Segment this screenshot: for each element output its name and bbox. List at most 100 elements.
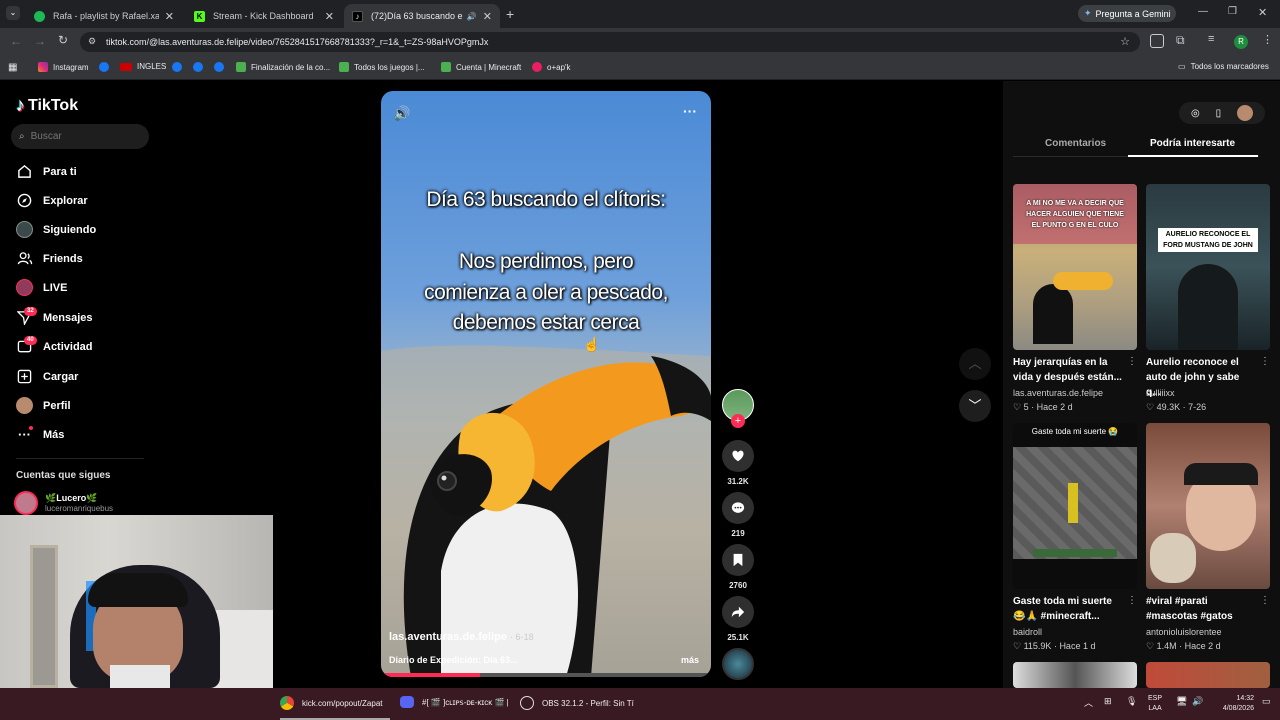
follow-plus-icon[interactable]: +	[731, 414, 745, 428]
suggestion-user[interactable]: antonioluislorentee	[1146, 627, 1222, 637]
bookmark-star-icon[interactable]: ☆	[1120, 35, 1130, 48]
progress-track[interactable]	[381, 673, 711, 677]
bookmark-instagram[interactable]: Instagram	[38, 62, 89, 72]
taskbar-discord[interactable]: #[ 🎬 ]ᴄʟɪᴘꜱ-ᴅᴇ-ᴋɪᴄᴋ 🎬 |	[400, 696, 509, 708]
next-video-button[interactable]: ﹀	[959, 390, 991, 422]
bookmark-ingles[interactable]: INGLES	[120, 62, 166, 71]
more-link[interactable]: más	[681, 655, 699, 665]
save-button[interactable]: 2760	[722, 544, 754, 590]
nav-friends[interactable]: Friends	[16, 250, 83, 267]
apps-icon[interactable]: ▦	[8, 62, 17, 73]
bookmark-facebook[interactable]	[99, 62, 114, 72]
video-player[interactable]: 🔊 ··· Día 63 buscando el clítoris: Nos p…	[381, 91, 711, 677]
network-icon[interactable]: 🖥	[1176, 696, 1187, 707]
close-icon[interactable]: ✕	[325, 10, 334, 23]
close-icon[interactable]: ✕	[483, 10, 492, 23]
tab-tiktok[interactable]: ♪ (72)Día 63 buscando el clít 🔊 ✕	[344, 4, 500, 28]
bookmark-juegos[interactable]: Todos los juegos |...	[339, 62, 425, 72]
sound-disc[interactable]	[722, 648, 754, 680]
suggestion-title[interactable]: #viral #parati #mascotas #gatos	[1146, 594, 1256, 624]
more-options-icon[interactable]: ⋮	[1260, 356, 1270, 367]
more-options-icon[interactable]: ⋮	[1260, 595, 1270, 606]
tab-spotify[interactable]: Rafa - playlist by Rafael.xared | ✕	[26, 4, 182, 28]
profile-avatar[interactable]: R	[1234, 35, 1248, 49]
nav-mas[interactable]: ··· Más	[16, 426, 64, 443]
more-options-icon[interactable]: ⋮	[1127, 356, 1137, 367]
suggestion-thumbnail[interactable]	[1013, 662, 1137, 688]
suggestion-thumbnail[interactable]	[1146, 662, 1270, 688]
puzzle-icon[interactable]: ⧉	[1176, 33, 1185, 48]
maximize-button[interactable]: ❐	[1228, 6, 1237, 17]
close-icon[interactable]: ✕	[165, 10, 174, 23]
more-options-icon[interactable]: ⋮	[1127, 595, 1137, 606]
suggestion-title[interactable]: Hay jerarquías en la vida y después están…	[1013, 355, 1123, 385]
video-author[interactable]: las.aventuras.de.felipe · 6-18	[389, 631, 534, 643]
bookmark-minecraft[interactable]: Cuenta | Minecraft	[441, 62, 521, 72]
tab-podria-interesarte[interactable]: Podría interesarte	[1150, 138, 1235, 149]
compass-icon[interactable]: ◎	[1191, 108, 1200, 119]
search-input[interactable]	[30, 131, 131, 142]
suggestion-thumbnail[interactable]: Gaste toda mi suerte 😭	[1013, 423, 1137, 589]
tiktok-logo[interactable]: ♪ TikTok	[16, 95, 78, 116]
notification-icon[interactable]: ▭	[1262, 696, 1271, 707]
volume-icon[interactable]: 🔊	[393, 105, 410, 122]
previous-video-button[interactable]: ︿	[959, 348, 991, 380]
tab-search-icon[interactable]: ⌄	[6, 6, 20, 20]
bookmark-finalizacion[interactable]: Finalización de la co...	[236, 62, 330, 72]
back-icon[interactable]: ←	[10, 34, 22, 48]
nav-perfil[interactable]: Perfil	[16, 397, 71, 414]
nav-mensajes[interactable]: 32 Mensajes	[16, 307, 93, 326]
bookmark-facebook[interactable]	[193, 62, 208, 72]
forward-icon[interactable]: →	[34, 34, 46, 48]
tray-app-icon[interactable]: ⊞	[1104, 696, 1112, 707]
author-name[interactable]: las.aventuras.de.felipe	[389, 631, 507, 643]
nav-explorar[interactable]: Explorar	[16, 192, 88, 209]
comment-button[interactable]: 219	[722, 492, 754, 538]
suggestion-thumbnail[interactable]: A MI NO ME VA A DECIR QUE HACER ALGUIEN …	[1013, 184, 1137, 350]
following-account[interactable]: 🌿Lucero🌿 luceromanriquebus	[14, 491, 113, 515]
suggestion-title[interactable]: Gaste toda mi suerte 😂🙏 #minecraft...	[1013, 594, 1123, 624]
nav-live[interactable]: LIVE	[16, 279, 67, 296]
taskbar-obs[interactable]: OBS 32.1.2 - Perfil: Sin Tí	[520, 696, 634, 710]
bookmark-facebook[interactable]	[214, 62, 229, 72]
nav-cargar[interactable]: Cargar	[16, 368, 78, 385]
avatar[interactable]	[1237, 105, 1254, 121]
media-icon[interactable]: ≡	[1208, 33, 1214, 45]
menu-icon[interactable]: ⋮	[1262, 33, 1273, 46]
tab-comentarios[interactable]: Comentarios	[1045, 138, 1106, 149]
microphone-icon[interactable]: 🎙	[1126, 696, 1137, 707]
suggestion-user[interactable]: sulliiixx	[1146, 388, 1175, 398]
new-tab-button[interactable]: +	[506, 6, 514, 22]
nav-actividad[interactable]: 40 Actividad	[16, 336, 93, 355]
reload-icon[interactable]: ↻	[58, 33, 68, 47]
site-info-icon[interactable]: ⚙	[88, 36, 96, 47]
nav-para-ti[interactable]: Para ti	[16, 163, 77, 180]
nav-siguiendo[interactable]: Siguiendo	[16, 221, 96, 238]
clock[interactable]: 14:32 4/08/2026	[1214, 694, 1254, 714]
bookmark-facebook[interactable]	[172, 62, 187, 72]
address-bar[interactable]: ⚙ tiktok.com/@las.aventuras.de.felipe/vi…	[80, 32, 1140, 52]
window-close-button[interactable]: ✕	[1258, 6, 1267, 19]
suggestion-thumbnail[interactable]: AURELIO RECONOCE EL FORD MUSTANG DE JOHN	[1146, 184, 1270, 350]
gemini-button[interactable]: ✦ Pregunta a Gemini	[1078, 5, 1176, 22]
minimize-button[interactable]: —	[1198, 6, 1208, 17]
suggestion-user[interactable]: las.aventuras.de.felipe	[1013, 388, 1103, 398]
search-box[interactable]: ⌕	[11, 124, 149, 149]
tray-overflow-icon[interactable]: ︿	[1084, 696, 1093, 709]
suggestion-user[interactable]: baidroll	[1013, 627, 1042, 637]
volume-icon[interactable]: 🔊	[1192, 696, 1203, 707]
all-bookmarks[interactable]: ▭ Todos los marcadores	[1178, 62, 1269, 71]
language-indicator[interactable]: ESP LAA	[1148, 694, 1162, 714]
taskbar-chrome[interactable]: kick.com/popout/Zapat	[280, 696, 382, 710]
phone-icon[interactable]: ▯	[1216, 108, 1222, 119]
progress-fill	[381, 673, 480, 677]
audio-icon[interactable]: 🔊	[467, 12, 477, 21]
extension-icon[interactable]	[1150, 34, 1164, 48]
like-button[interactable]: 31.2K	[722, 440, 754, 486]
author-avatar-button[interactable]: +	[722, 389, 754, 428]
more-options-icon[interactable]: ···	[683, 103, 697, 119]
share-button[interactable]: 25.1K	[722, 596, 754, 642]
tab-kick[interactable]: K Stream - Kick Dashboard ✕	[186, 4, 342, 28]
suggestion-thumbnail[interactable]	[1146, 423, 1270, 589]
bookmark-apk[interactable]: o+ap'k	[532, 62, 571, 72]
